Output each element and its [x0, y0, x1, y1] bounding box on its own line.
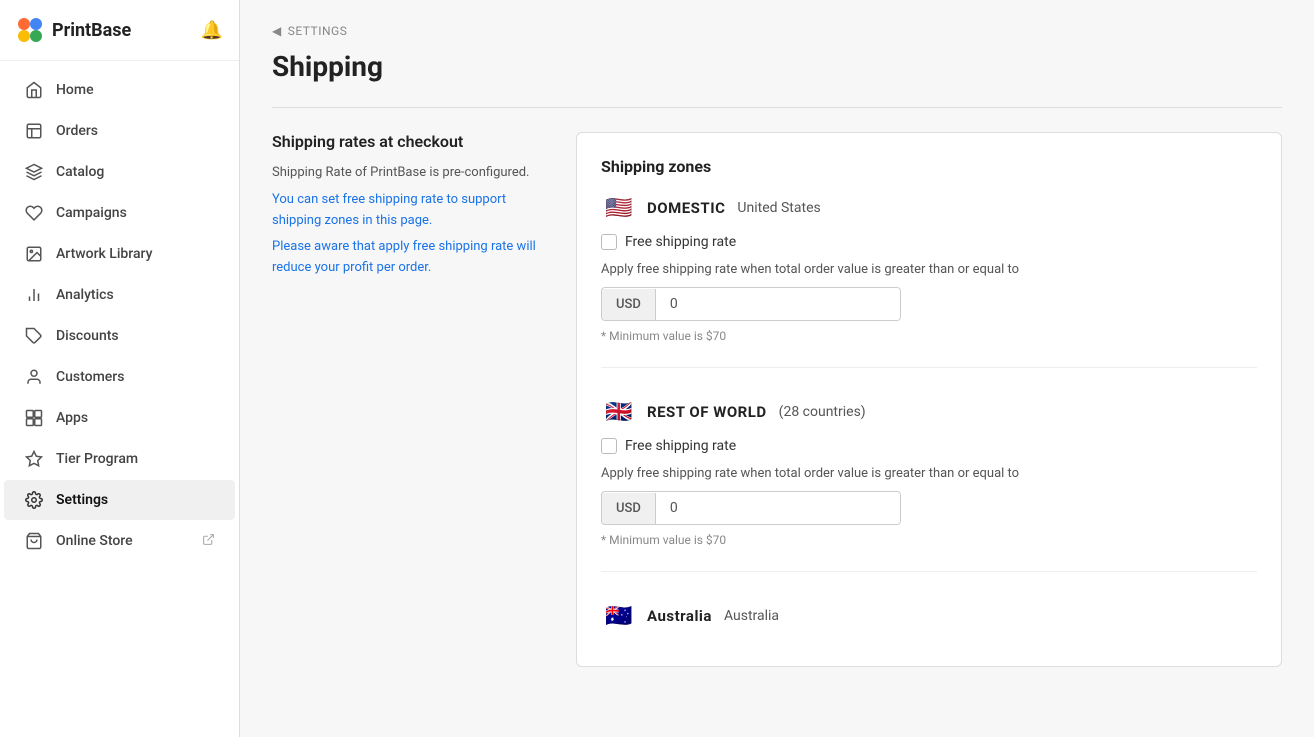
left-panel: Shipping rates at checkout Shipping Rate… — [272, 132, 552, 667]
sidebar-header: PrintBase 🔔 — [0, 0, 239, 61]
sidebar-item-home-label: Home — [56, 82, 94, 98]
sidebar-item-customers[interactable]: Customers — [4, 357, 235, 397]
row-value[interactable]: 0 — [656, 492, 900, 524]
domestic-free-shipping-row: Free shipping rate — [601, 234, 1257, 250]
sidebar-item-analytics[interactable]: Analytics — [4, 275, 235, 315]
page-title: Shipping — [272, 50, 1282, 83]
sidebar-item-online-store[interactable]: Online Store — [4, 521, 235, 561]
sidebar-item-campaigns-label: Campaigns — [56, 205, 127, 221]
sidebar-item-orders-label: Orders — [56, 123, 98, 139]
zone-australia: 🇦🇺 Australia Australia — [601, 604, 1257, 628]
apps-icon — [24, 408, 44, 428]
domestic-currency-label: USD — [602, 289, 656, 320]
home-icon — [24, 80, 44, 100]
sidebar-item-settings[interactable]: Settings — [4, 480, 235, 520]
zone-domestic-header: 🇺🇸 DOMESTIC United States — [601, 196, 1257, 220]
sidebar-item-apps-label: Apps — [56, 410, 88, 426]
logo-icon — [16, 16, 44, 44]
analytics-icon — [24, 285, 44, 305]
zone-au-header: 🇦🇺 Australia Australia — [601, 604, 1257, 628]
settings-icon — [24, 490, 44, 510]
row-usd-input: USD 0 — [601, 491, 901, 525]
domestic-usd-input: USD 0 — [601, 287, 901, 321]
zone-domestic-name: DOMESTIC — [647, 199, 725, 217]
left-panel-line1: Shipping Rate of PrintBase is pre-config… — [272, 163, 552, 184]
sidebar: PrintBase 🔔 Home Orders Catalog — [0, 0, 240, 737]
logo-text: PrintBase — [52, 20, 131, 41]
sidebar-item-artwork-library-label: Artwork Library — [56, 246, 152, 262]
domestic-value[interactable]: 0 — [656, 288, 900, 320]
zone-row-name: REST OF WORLD — [647, 403, 767, 421]
zone-row-sub: (28 countries) — [779, 404, 866, 420]
sidebar-item-online-store-label: Online Store — [56, 533, 133, 549]
zone-rest-of-world: 🇬🇧 REST OF WORLD (28 countries) Free shi… — [601, 400, 1257, 572]
sidebar-item-tier-label: Tier Program — [56, 451, 138, 467]
row-currency-label: USD — [602, 493, 656, 524]
section-divider — [272, 107, 1282, 108]
campaigns-icon — [24, 203, 44, 223]
sidebar-item-apps[interactable]: Apps — [4, 398, 235, 438]
main-inner: ◀ SETTINGS Shipping Shipping rates at ch… — [240, 0, 1314, 737]
nav-list: Home Orders Catalog Campaigns — [0, 61, 239, 737]
left-panel-line3: Please aware that apply free shipping ra… — [272, 237, 552, 279]
sidebar-item-home[interactable]: Home — [4, 70, 235, 110]
logo-area: PrintBase — [16, 16, 131, 44]
row-min-note: * Minimum value is $70 — [601, 533, 1257, 547]
sidebar-item-tier-program[interactable]: Tier Program — [4, 439, 235, 479]
sidebar-item-orders[interactable]: Orders — [4, 111, 235, 151]
content-layout: Shipping rates at checkout Shipping Rate… — [272, 132, 1282, 667]
domestic-apply-text: Apply free shipping rate when total orde… — [601, 262, 1257, 277]
left-panel-line2: You can set free shipping rate to suppor… — [272, 190, 552, 232]
zone-au-name: Australia — [647, 607, 712, 625]
domestic-free-shipping-label: Free shipping rate — [625, 234, 736, 250]
external-link-icon — [202, 533, 215, 550]
right-panel: Shipping zones 🇺🇸 DOMESTIC United States… — [576, 132, 1282, 667]
row-free-shipping-label: Free shipping rate — [625, 438, 736, 454]
artwork-icon — [24, 244, 44, 264]
breadcrumb-arrow: ◀ — [272, 24, 282, 38]
main-content: ◀ SETTINGS Shipping Shipping rates at ch… — [240, 0, 1314, 737]
row-free-shipping-row: Free shipping rate — [601, 438, 1257, 454]
left-panel-heading: Shipping rates at checkout — [272, 132, 552, 151]
tier-icon — [24, 449, 44, 469]
sidebar-item-catalog-label: Catalog — [56, 164, 104, 180]
notification-bell-icon[interactable]: 🔔 — [201, 20, 223, 41]
sidebar-item-discounts[interactable]: Discounts — [4, 316, 235, 356]
sidebar-item-settings-label: Settings — [56, 492, 108, 508]
flag-us-icon: 🇺🇸 — [601, 196, 637, 220]
sidebar-item-discounts-label: Discounts — [56, 328, 119, 344]
zone-row-header: 🇬🇧 REST OF WORLD (28 countries) — [601, 400, 1257, 424]
domestic-free-shipping-checkbox[interactable] — [601, 234, 617, 250]
row-apply-text: Apply free shipping rate when total orde… — [601, 466, 1257, 481]
zone-domestic: 🇺🇸 DOMESTIC United States Free shipping … — [601, 196, 1257, 368]
sidebar-item-campaigns[interactable]: Campaigns — [4, 193, 235, 233]
zone-domestic-sub: United States — [737, 200, 820, 216]
flag-uk-icon: 🇬🇧 — [601, 400, 637, 424]
zones-title: Shipping zones — [601, 157, 1257, 176]
breadcrumb: ◀ SETTINGS — [272, 24, 1282, 38]
breadcrumb-parent[interactable]: SETTINGS — [288, 24, 348, 38]
flag-au-icon: 🇦🇺 — [601, 604, 637, 628]
sidebar-item-analytics-label: Analytics — [56, 287, 114, 303]
store-icon — [24, 531, 44, 551]
sidebar-item-catalog[interactable]: Catalog — [4, 152, 235, 192]
discounts-icon — [24, 326, 44, 346]
orders-icon — [24, 121, 44, 141]
domestic-min-note: * Minimum value is $70 — [601, 329, 1257, 343]
customers-icon — [24, 367, 44, 387]
row-free-shipping-checkbox[interactable] — [601, 438, 617, 454]
sidebar-item-artwork-library[interactable]: Artwork Library — [4, 234, 235, 274]
sidebar-item-customers-label: Customers — [56, 369, 124, 385]
catalog-icon — [24, 162, 44, 182]
zone-au-sub: Australia — [724, 608, 779, 624]
